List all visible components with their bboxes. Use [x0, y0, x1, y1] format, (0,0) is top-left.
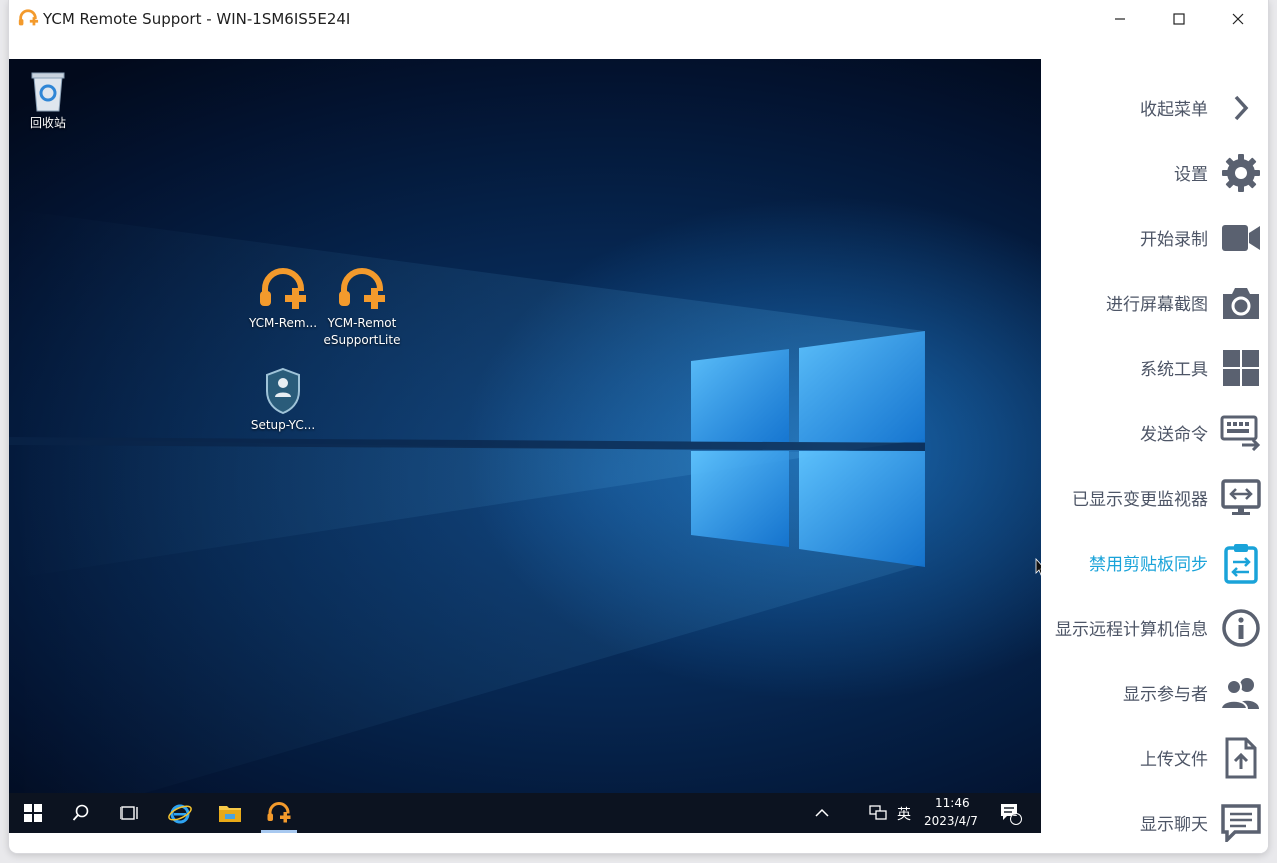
menu-show-chat[interactable]: 显示聊天 — [1041, 790, 1268, 853]
upload-file-icon — [1218, 735, 1264, 781]
task-view-button[interactable] — [106, 793, 154, 833]
menu-settings[interactable]: 设置 — [1041, 140, 1268, 205]
maximize-button[interactable] — [1150, 0, 1208, 38]
menu-remote-info[interactable]: 显示远程计算机信息 — [1041, 595, 1268, 660]
action-center-button[interactable]: 1 — [992, 793, 1028, 833]
menu-label: 发送命令 — [1140, 425, 1208, 445]
taskbar-ycm[interactable] — [255, 793, 303, 833]
tray-overflow-button[interactable] — [807, 793, 837, 833]
taskbar-file-explorer[interactable] — [206, 793, 254, 833]
desktop-icon-label: YCM-Rem... — [248, 316, 318, 330]
desktop-icon-ycm-remote[interactable]: YCM-Rem... — [245, 267, 321, 332]
chevron-right-icon — [1218, 85, 1264, 131]
setup-shield-icon — [266, 367, 300, 415]
menu-label: 显示远程计算机信息 — [1055, 620, 1208, 640]
menu-clipboard-sync[interactable]: 禁用剪贴板同步 — [1041, 530, 1268, 595]
ie-icon — [168, 804, 192, 824]
desktop-icon-recycle-bin[interactable]: 回收站 — [10, 69, 86, 132]
start-button[interactable] — [9, 793, 57, 833]
tray-network[interactable] — [864, 793, 892, 833]
menu-participants[interactable]: 显示参与者 — [1041, 660, 1268, 725]
menu-system-tools[interactable]: 系统工具 — [1041, 335, 1268, 400]
camera-icon — [1218, 280, 1264, 326]
desktop-icon-label: YCM-Remot eSupportLite — [323, 316, 401, 347]
title-bar[interactable]: YCM Remote Support - WIN-1SM6IS5E24I — [9, 0, 1268, 38]
chat-icon — [1218, 800, 1264, 846]
task-view-icon — [120, 806, 138, 820]
menu-label: 设置 — [1174, 165, 1208, 185]
taskbar: 英 11:46 2023/4/7 1 — [9, 793, 1041, 833]
menu-upload-file[interactable]: 上传文件 — [1041, 725, 1268, 790]
menu-label: 显示聊天 — [1140, 815, 1208, 835]
chevron-up-icon — [815, 808, 829, 817]
desktop-icon-ycm-remote-lite[interactable]: YCM-Remot eSupportLite — [324, 267, 400, 349]
notification-icon — [1001, 804, 1022, 825]
network-icon — [869, 805, 887, 820]
desktop-icon-label: 回收站 — [29, 116, 66, 130]
windows-wallpaper-logo — [9, 209, 926, 833]
windows-start-icon — [24, 804, 42, 822]
gear-icon — [1218, 150, 1264, 196]
menu-label: 系统工具 — [1140, 360, 1208, 380]
app-window: YCM Remote Support - WIN-1SM6IS5E24I 回收站… — [9, 0, 1268, 853]
close-icon — [1232, 13, 1244, 25]
ycm-app-icon — [18, 9, 39, 26]
search-icon — [72, 804, 89, 821]
minimize-icon — [1115, 18, 1125, 20]
ycm-icon — [267, 802, 291, 823]
close-button[interactable] — [1209, 0, 1267, 38]
side-menu: 收起菜单 设置 开始录制 进行屏幕截图 系统工具 发送命令 已显示变更监视器 禁… — [1041, 42, 1268, 853]
menu-label: 显示参与者 — [1123, 685, 1208, 705]
clipboard-sync-icon — [1218, 540, 1264, 586]
notification-count: 1 — [1012, 809, 1018, 819]
file-explorer-icon — [219, 806, 241, 822]
remote-desktop-view[interactable]: 回收站 YCM-Rem... YCM-Remot eSupportLite Se… — [9, 59, 1041, 833]
headset-plus-icon — [339, 268, 385, 309]
menu-label: 禁用剪贴板同步 — [1089, 555, 1208, 575]
participants-icon — [1218, 670, 1264, 716]
menu-label: 开始录制 — [1140, 230, 1208, 250]
headset-plus-icon — [260, 268, 306, 309]
menu-screenshot[interactable]: 进行屏幕截图 — [1041, 270, 1268, 335]
window-title: YCM Remote Support - WIN-1SM6IS5E24I — [43, 10, 351, 28]
info-icon — [1218, 605, 1264, 651]
menu-start-recording[interactable]: 开始录制 — [1041, 205, 1268, 270]
desktop-icon-setup[interactable]: Setup-YC... — [245, 367, 321, 434]
menu-monitor-switch[interactable]: 已显示变更监视器 — [1041, 465, 1268, 530]
keyboard-send-icon — [1218, 410, 1264, 456]
recycle-bin-icon — [31, 72, 65, 112]
maximize-icon — [1173, 13, 1185, 25]
video-camera-icon — [1218, 215, 1264, 261]
menu-label: 收起菜单 — [1140, 100, 1208, 120]
taskbar-ie[interactable] — [156, 793, 204, 833]
ime-indicator[interactable]: 英 — [897, 804, 911, 824]
menu-label: 进行屏幕截图 — [1106, 295, 1208, 315]
tray-date[interactable]: 2023/4/7 — [924, 814, 978, 828]
tray-time[interactable]: 11:46 — [935, 796, 970, 810]
menu-label: 上传文件 — [1140, 750, 1208, 770]
menu-label: 已显示变更监视器 — [1072, 490, 1208, 510]
menu-send-command[interactable]: 发送命令 — [1041, 400, 1268, 465]
desktop-icon-label: Setup-YC... — [250, 418, 316, 432]
monitor-switch-icon — [1218, 475, 1264, 521]
grid-icon — [1218, 345, 1264, 391]
menu-collapse[interactable]: 收起菜单 — [1041, 75, 1268, 140]
minimize-button[interactable] — [1091, 0, 1149, 38]
search-button[interactable] — [57, 793, 105, 833]
